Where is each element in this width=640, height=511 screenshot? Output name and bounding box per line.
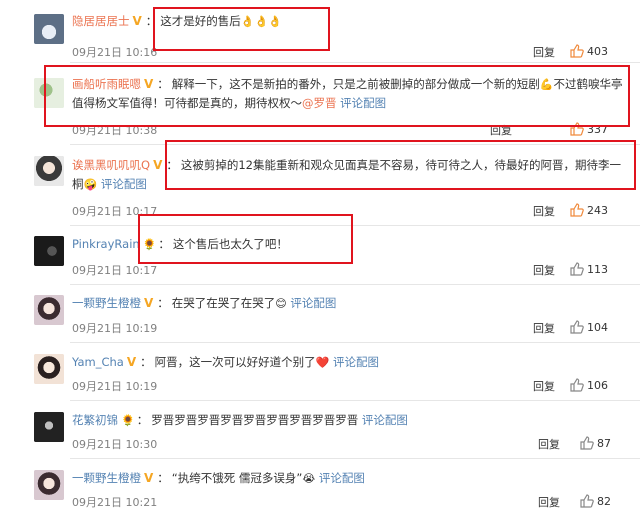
verified-badge-icon: V: [132, 14, 142, 28]
reply-button[interactable]: 回复: [533, 262, 555, 278]
thumbs-up-icon: [570, 262, 584, 276]
comment-time: 09月21日 10:21: [72, 496, 158, 509]
thumbs-up-icon: [580, 436, 594, 450]
comment-text: “执绔不饿死 儒冠多误身”: [171, 471, 303, 485]
like-button[interactable]: 104: [570, 320, 608, 334]
like-count: 113: [587, 263, 608, 276]
sunflower-badge-icon: 🌻: [121, 414, 135, 427]
thumbs-up-icon: [570, 378, 584, 392]
image-comment-link[interactable]: 评论配图: [290, 296, 336, 310]
verified-badge-icon: V: [144, 296, 154, 310]
highlight-box: [138, 214, 353, 264]
username[interactable]: 一颗野生橙橙: [72, 296, 141, 310]
thumbs-up-icon: [580, 494, 594, 508]
username[interactable]: PinkrayRain: [72, 237, 140, 251]
username[interactable]: 隐居居居士: [72, 14, 130, 28]
heart-emoji-icon: ❤️: [315, 356, 330, 369]
username[interactable]: Yam_Cha: [72, 355, 124, 369]
like-count: 104: [587, 321, 608, 334]
verified-badge-icon: V: [144, 471, 154, 485]
crazy-face-emoji-icon: 🤪: [83, 178, 98, 191]
like-count: 243: [587, 204, 608, 217]
like-button[interactable]: 106: [570, 378, 608, 392]
comment-text: 在哭了在哭了在哭了: [171, 296, 276, 310]
verified-badge-icon: V: [153, 158, 163, 172]
avatar[interactable]: [34, 412, 64, 442]
avatar[interactable]: [34, 470, 64, 500]
reply-button[interactable]: 回复: [533, 44, 555, 60]
like-count: 87: [597, 437, 611, 450]
thumbs-up-icon: [570, 44, 584, 58]
thumbs-up-icon: [570, 320, 584, 334]
highlight-box: [165, 140, 636, 190]
verified-badge-icon: V: [126, 355, 137, 369]
like-button[interactable]: 113: [570, 262, 608, 276]
username[interactable]: 一颗野生橙橙: [72, 471, 141, 485]
like-button[interactable]: 82: [580, 494, 611, 508]
avatar[interactable]: [34, 14, 64, 44]
thumbs-up-icon: [570, 203, 584, 217]
image-comment-link[interactable]: 评论配图: [319, 471, 365, 485]
highlight-box: [153, 7, 330, 51]
like-count: 82: [597, 495, 611, 508]
comment-time: 09月21日 10:17: [72, 264, 158, 277]
reply-button[interactable]: 回复: [533, 378, 555, 394]
smile-emoji-icon: 😊: [275, 297, 287, 310]
like-button[interactable]: 243: [570, 203, 608, 217]
comment-time: 09月21日 10:30: [72, 438, 158, 451]
image-comment-link[interactable]: 评论配图: [333, 355, 379, 369]
image-comment-link[interactable]: 评论配图: [362, 413, 408, 427]
avatar[interactable]: [34, 156, 64, 186]
avatar[interactable]: [34, 236, 64, 266]
like-count: 106: [587, 379, 608, 392]
like-count: 403: [587, 45, 608, 58]
reply-button[interactable]: 回复: [533, 320, 555, 336]
crying-emoji-icon: 😭: [302, 472, 316, 485]
highlight-box: [44, 65, 630, 127]
username[interactable]: 花繁初锦: [72, 413, 118, 427]
comment-time: 09月21日 10:19: [72, 322, 158, 335]
comment-text: 罗晋罗晋罗晋罗晋罗晋罗晋罗晋罗晋罗晋: [151, 413, 359, 427]
comment-time: 09月21日 10:16: [72, 46, 158, 59]
avatar[interactable]: [34, 354, 64, 384]
image-comment-link[interactable]: 评论配图: [101, 177, 147, 191]
reply-button[interactable]: 回复: [533, 203, 555, 219]
avatar[interactable]: [34, 295, 64, 325]
reply-button[interactable]: 回复: [538, 436, 560, 452]
comment-text: 阿晋，这一次可以好好道个别了: [154, 355, 316, 369]
comment-time: 09月21日 10:19: [72, 380, 158, 393]
like-button[interactable]: 403: [570, 44, 608, 58]
like-button[interactable]: 87: [580, 436, 611, 450]
reply-button[interactable]: 回复: [538, 494, 560, 510]
username[interactable]: 诶黑黑叽叽叽Q: [72, 158, 150, 172]
